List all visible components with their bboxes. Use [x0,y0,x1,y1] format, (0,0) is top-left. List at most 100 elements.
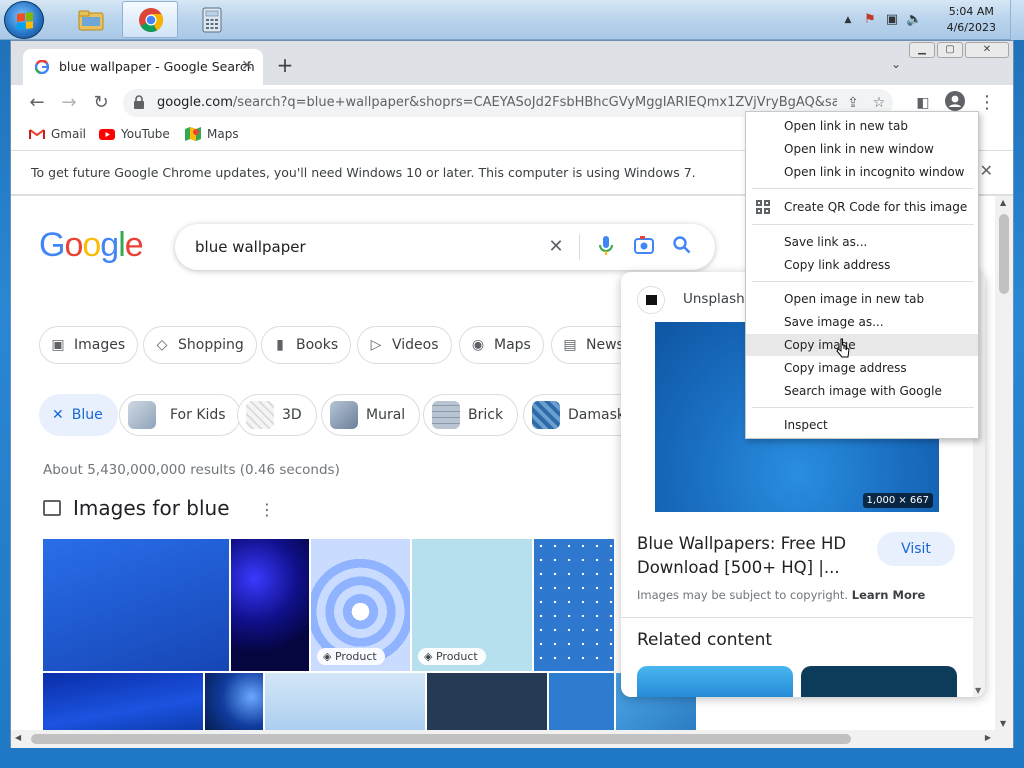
menu-search-image-google[interactable]: Search image with Google [746,380,978,402]
tab-label: Videos [392,337,439,353]
source-name[interactable]: Unsplash [683,291,745,307]
voice-search-icon[interactable] [595,236,617,258]
new-tab-button[interactable]: + [273,53,297,77]
image-icon: ▣ [51,337,65,353]
menu-copy-image[interactable]: Copy image [746,334,978,356]
menu-copy-image-address[interactable]: Copy image address [746,357,978,379]
window-close-button[interactable]: ✕ [965,42,1009,58]
browser-tab[interactable]: blue wallpaper - Google Search ✕ [23,49,263,85]
image-result[interactable] [549,673,614,730]
menu-save-image-as[interactable]: Save image as... [746,311,978,333]
tab-maps[interactable]: ◉ Maps [459,326,544,364]
related-image[interactable] [637,666,793,697]
taskbar: ▲ ⚑ ▣ 🔈 5:04 AM 4/6/2023 [0,0,1024,40]
google-logo[interactable]: Google [39,226,144,265]
image-result[interactable] [427,673,547,730]
reload-icon[interactable]: ↻ [89,91,113,115]
image-result[interactable]: ◈ Product [412,539,532,671]
scrollbar-thumb[interactable] [31,734,851,744]
show-desktop-button[interactable] [1010,0,1024,40]
tab-shopping[interactable]: ◇ Shopping [143,326,257,364]
tab-images[interactable]: ▣ Images [39,326,139,364]
camera-search-icon[interactable] [633,236,655,258]
scrollbar-thumb[interactable] [999,214,1009,294]
image-icon [43,500,61,516]
scroll-right-icon[interactable]: ▶ [985,733,991,742]
images-heading-text: Images for blue [73,496,230,520]
tab-videos[interactable]: ▷ Videos [357,326,452,364]
search-box[interactable]: blue wallpaper ✕ [175,224,715,270]
bookmark-gmail[interactable]: Gmail [29,127,86,141]
maximize-button[interactable]: ▢ [937,42,963,58]
remove-filter-icon[interactable]: ✕ [52,407,64,423]
menu-open-link-incognito[interactable]: Open link in incognito window [746,161,978,183]
back-arrow-icon[interactable]: ← [25,91,49,115]
filter-brick[interactable]: Brick [423,394,519,436]
page-horizontal-scrollbar[interactable]: ◀ ▶ [11,730,1013,748]
learn-more-link[interactable]: Learn More [852,588,926,602]
divider [621,617,985,618]
filter-thumbnail [432,401,460,429]
forward-arrow-icon[interactable]: → [57,91,81,115]
tab-close-icon[interactable]: ✕ [241,58,253,74]
filter-label: For Kids [170,407,226,423]
image-result[interactable] [205,673,263,730]
maps-icon [185,127,201,141]
product-badge: ◈ Product [418,648,486,665]
product-badge-label: Product [435,650,478,663]
menu-copy-link-address[interactable]: Copy link address [746,254,978,276]
filter-3d[interactable]: 3D [237,394,317,436]
visit-button[interactable]: Visit [877,532,955,566]
infobar-close-icon[interactable]: ✕ [980,161,993,180]
share-icon[interactable]: ⇪ [843,93,863,113]
bookmark-youtube[interactable]: YouTube [99,127,170,141]
result-title[interactable]: Blue Wallpapers: Free HD Download [500+ … [637,532,867,580]
youtube-icon [99,129,115,140]
minimize-button[interactable]: ▁ [909,42,935,58]
network-icon[interactable]: ▣ [884,12,900,28]
more-options-icon[interactable]: ⋮ [259,500,275,519]
tab-search-chevron-icon[interactable]: ⌄ [891,57,901,71]
menu-inspect[interactable]: Inspect [746,414,978,436]
bookmark-label: Gmail [51,127,87,141]
page-vertical-scrollbar[interactable]: ▲ ▼ [995,196,1013,730]
menu-open-link-new-tab[interactable]: Open link in new tab [746,115,978,137]
image-result[interactable] [43,673,203,730]
bookmark-maps[interactable]: Maps [185,127,239,141]
filter-for-kids[interactable]: For Kids [119,394,241,436]
system-tray: ▲ ⚑ ▣ 🔈 5:04 AM 4/6/2023 [834,0,1024,40]
volume-muted-icon[interactable]: 🔈 [906,12,922,28]
menu-open-image-new-tab[interactable]: Open image in new tab [746,288,978,310]
scroll-down-icon[interactable]: ▼ [1000,719,1006,728]
tab-books[interactable]: ▮ Books [261,326,352,364]
image-result[interactable] [265,673,425,730]
taskbar-calculator[interactable] [183,1,239,38]
image-result[interactable] [231,539,309,671]
scroll-left-icon[interactable]: ◀ [15,733,21,742]
clear-search-icon[interactable]: ✕ [545,236,567,258]
scroll-up-icon[interactable]: ▲ [1000,198,1006,207]
search-magnifier-icon[interactable] [671,236,693,258]
image-result[interactable] [534,539,614,671]
start-button[interactable] [4,1,44,39]
scroll-down-icon[interactable]: ▼ [975,686,981,695]
menu-separator [752,407,974,408]
image-result[interactable] [43,539,229,671]
menu-open-link-new-window[interactable]: Open link in new window [746,138,978,160]
image-result[interactable]: ◈ Product [311,539,410,671]
related-image[interactable] [801,666,957,697]
filter-mural[interactable]: Mural [321,394,421,436]
clock[interactable]: 5:04 AM 4/6/2023 [947,4,996,36]
calculator-icon [202,7,222,33]
filter-blue[interactable]: ✕ Blue [39,394,118,436]
taskbar-file-explorer[interactable] [62,1,118,38]
show-hidden-icons-icon[interactable]: ▲ [840,12,856,28]
taskbar-chrome[interactable] [122,1,178,38]
menu-create-qr-code[interactable]: Create QR Code for this image [746,196,978,218]
menu-save-link-as[interactable]: Save link as... [746,231,978,253]
menu-separator [752,224,974,225]
bookmark-star-icon[interactable]: ☆ [869,93,889,113]
action-center-flag-icon[interactable]: ⚑ [862,12,878,28]
search-input[interactable]: blue wallpaper [195,238,306,256]
copyright-notice: Images may be subject to copyright. Lear… [637,588,925,602]
